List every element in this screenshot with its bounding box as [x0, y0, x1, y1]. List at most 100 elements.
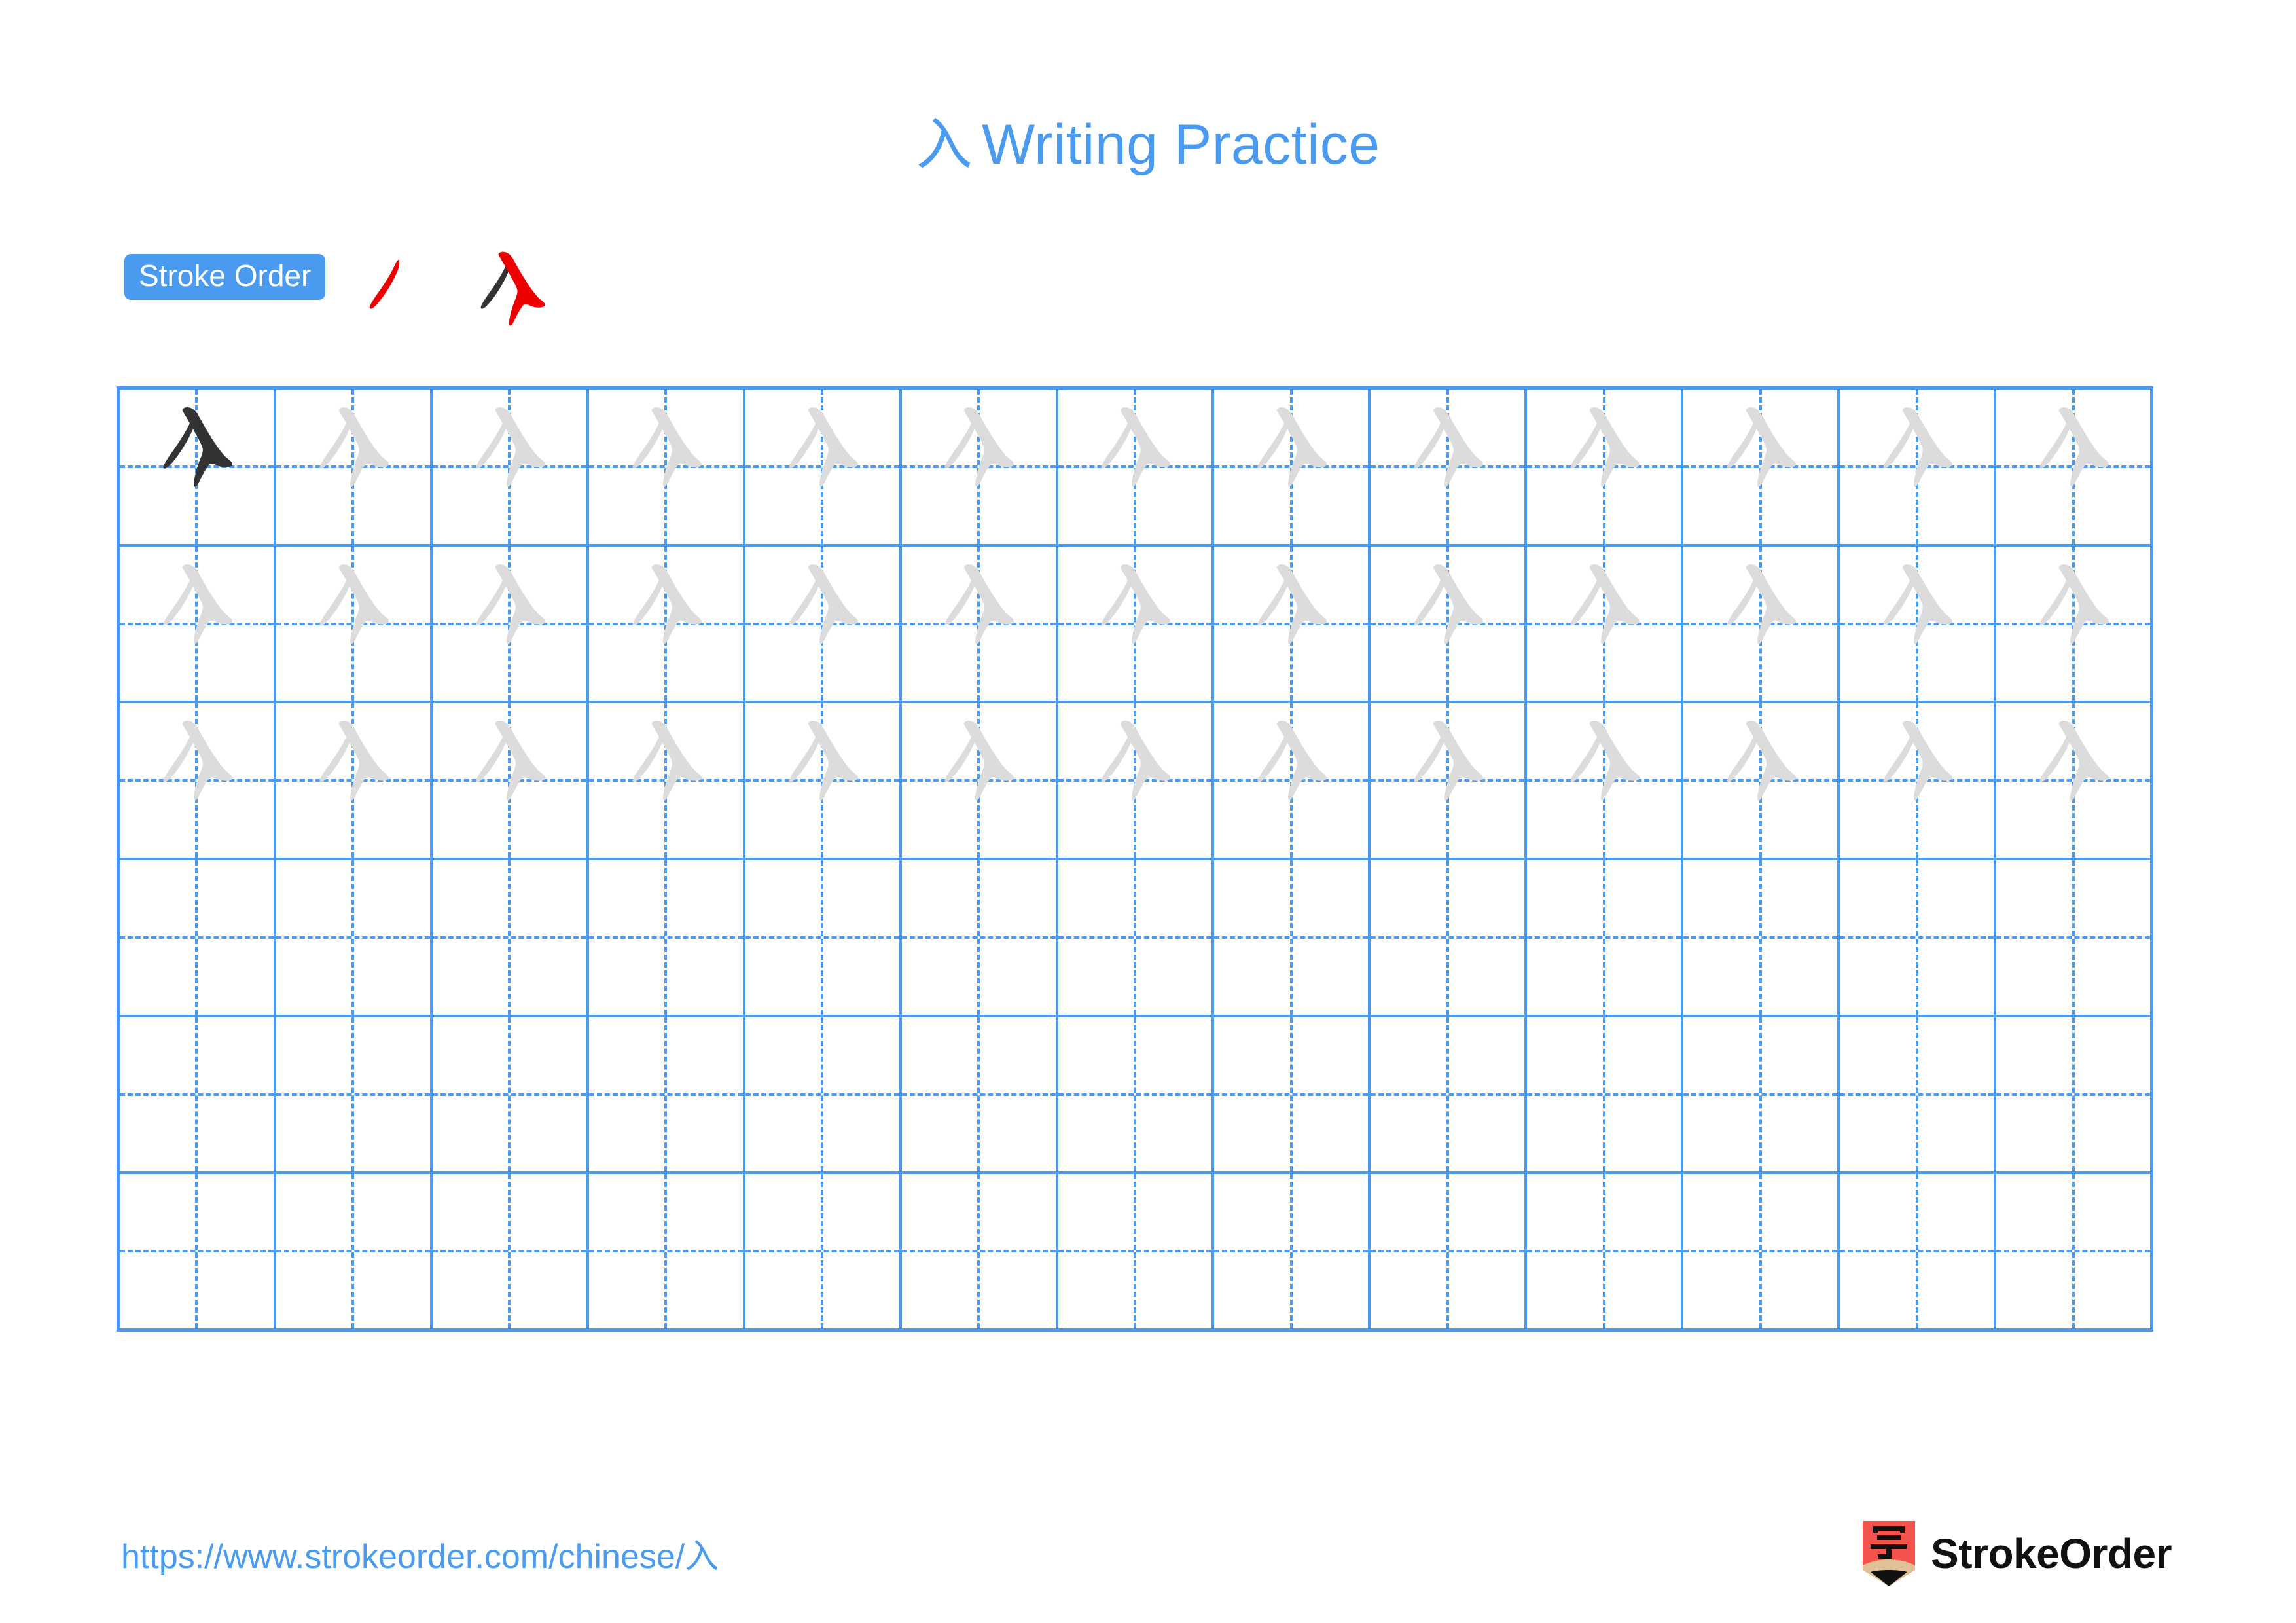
grid-cell[interactable] [276, 860, 433, 1015]
grid-cell[interactable] [1527, 546, 1684, 701]
grid-cell[interactable] [1683, 546, 1840, 701]
grid-cell[interactable] [1214, 860, 1371, 1015]
grid-cell[interactable] [901, 1174, 1058, 1329]
grid-cell[interactable] [1683, 703, 1840, 858]
grid-cell[interactable] [1058, 546, 1215, 701]
grid-cell[interactable] [432, 390, 589, 544]
grid-cell[interactable] [1371, 860, 1528, 1015]
grid-cell[interactable] [1058, 1174, 1215, 1329]
grid-cell[interactable] [432, 1017, 589, 1172]
grid-cell[interactable] [745, 1174, 902, 1329]
grid-cell[interactable] [1058, 390, 1215, 544]
grid-cell[interactable] [120, 1017, 276, 1172]
grid-cell[interactable] [901, 1017, 1058, 1172]
grid-cell[interactable] [588, 546, 745, 701]
grid-cell[interactable] [1214, 1017, 1371, 1172]
grid-cell[interactable] [432, 546, 589, 701]
stroke-2-path [1746, 564, 1797, 644]
stroke-2-path [2058, 407, 2109, 487]
grid-cell[interactable] [432, 1174, 589, 1329]
grid-cell[interactable] [901, 860, 1058, 1015]
horizontal-guide-line [901, 1250, 1056, 1253]
grid-cell[interactable] [588, 390, 745, 544]
grid-cell[interactable] [1996, 703, 2150, 858]
practice-character [120, 547, 274, 701]
grid-cell[interactable] [1996, 546, 2150, 701]
grid-cell[interactable] [432, 860, 589, 1015]
grid-cell[interactable] [1371, 546, 1528, 701]
grid-cell[interactable] [901, 703, 1058, 858]
grid-cell[interactable] [276, 546, 433, 701]
vertical-guide-line [1133, 1174, 1136, 1329]
grid-cell[interactable] [1840, 703, 1997, 858]
grid-cell[interactable] [1058, 703, 1215, 858]
grid-cell[interactable] [588, 703, 745, 858]
stroke-2-path [1120, 721, 1171, 801]
grid-cell[interactable] [745, 703, 902, 858]
grid-cell[interactable] [276, 390, 433, 544]
grid-cell[interactable] [588, 1017, 745, 1172]
grid-cell[interactable] [1996, 1174, 2150, 1329]
grid-cell[interactable] [1527, 1174, 1684, 1329]
grid-cell[interactable] [1840, 546, 1997, 701]
brand-logo[interactable]: StrokeOrder [1860, 1518, 2172, 1590]
stroke-1-path [369, 259, 400, 309]
vertical-guide-line [664, 1017, 668, 1172]
grid-cell[interactable] [120, 1174, 276, 1329]
brand-name: StrokeOrder [1931, 1530, 2172, 1577]
grid-cell[interactable] [745, 390, 902, 544]
grid-cell[interactable] [745, 546, 902, 701]
grid-cell[interactable] [1214, 546, 1371, 701]
grid-cell[interactable] [1214, 390, 1371, 544]
grid-cell[interactable] [1840, 860, 1997, 1015]
grid-cell[interactable] [1527, 390, 1684, 544]
grid-cell[interactable] [120, 860, 276, 1015]
grid-cell[interactable] [1371, 1017, 1528, 1172]
grid-cell[interactable] [276, 1174, 433, 1329]
stroke-2-path [1276, 721, 1327, 801]
horizontal-guide-line [588, 936, 743, 939]
grid-cell[interactable] [588, 1174, 745, 1329]
grid-cell[interactable] [1527, 860, 1684, 1015]
grid-cell[interactable] [1683, 1174, 1840, 1329]
grid-cell[interactable] [276, 703, 433, 858]
grid-cell[interactable] [1058, 860, 1215, 1015]
stroke-2-path [1120, 407, 1171, 487]
grid-cell[interactable] [1371, 390, 1528, 544]
horizontal-guide-line [1214, 936, 1369, 939]
grid-cell[interactable] [120, 390, 276, 544]
vertical-guide-line [195, 860, 198, 1015]
grid-cell[interactable] [1683, 860, 1840, 1015]
grid-cell[interactable] [1683, 1017, 1840, 1172]
horizontal-guide-line [1527, 936, 1681, 939]
grid-cell[interactable] [1214, 703, 1371, 858]
grid-cell[interactable] [432, 703, 589, 858]
grid-cell[interactable] [901, 390, 1058, 544]
grid-cell[interactable] [1371, 703, 1528, 858]
grid-cell[interactable] [120, 703, 276, 858]
vertical-guide-line [664, 860, 668, 1015]
grid-cell[interactable] [120, 546, 276, 701]
grid-cell[interactable] [745, 1017, 902, 1172]
stroke-2-path [808, 721, 858, 801]
practice-character [1214, 390, 1368, 544]
grid-cell[interactable] [1996, 390, 2150, 544]
grid-cell[interactable] [276, 1017, 433, 1172]
horizontal-guide-line [588, 1250, 743, 1253]
grid-cell[interactable] [1996, 1017, 2150, 1172]
grid-cell[interactable] [1527, 703, 1684, 858]
grid-cell[interactable] [1058, 1017, 1215, 1172]
grid-cell[interactable] [901, 546, 1058, 701]
grid-cell[interactable] [1214, 1174, 1371, 1329]
vertical-guide-line [977, 1017, 980, 1172]
grid-cell[interactable] [1840, 390, 1997, 544]
grid-cell[interactable] [1840, 1017, 1997, 1172]
grid-cell[interactable] [1683, 390, 1840, 544]
grid-cell[interactable] [1996, 860, 2150, 1015]
grid-cell[interactable] [1371, 1174, 1528, 1329]
grid-cell[interactable] [745, 860, 902, 1015]
footer-url[interactable]: https://www.strokeorder.com/chinese/入 [121, 1529, 719, 1578]
grid-cell[interactable] [588, 860, 745, 1015]
grid-cell[interactable] [1527, 1017, 1684, 1172]
grid-cell[interactable] [1840, 1174, 1997, 1329]
